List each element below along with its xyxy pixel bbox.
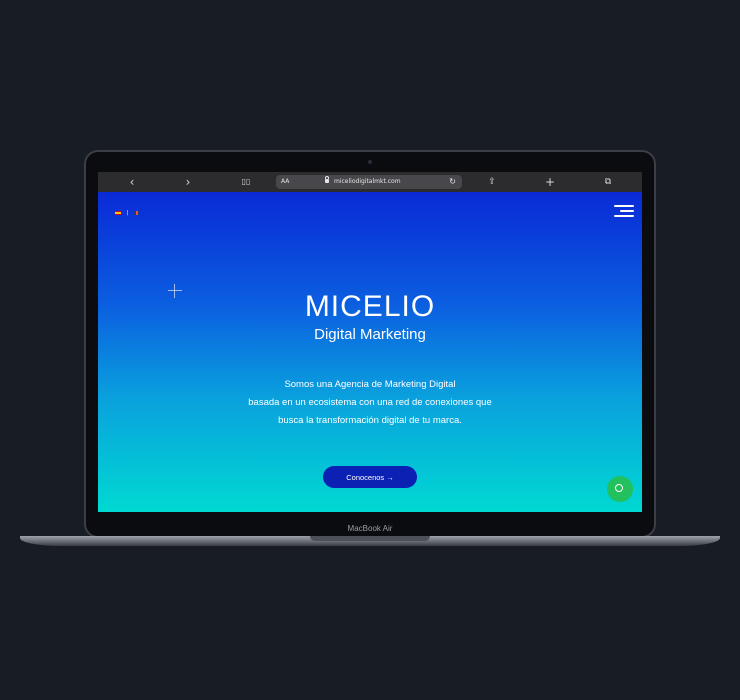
brand-title: MICELIO (304, 290, 436, 323)
camera (368, 160, 372, 164)
back-button[interactable]: ‹ (122, 172, 142, 192)
website-hero: | MICELIO Digital Marketing Somos una Ag… (98, 192, 642, 512)
whatsapp-icon (615, 484, 623, 492)
reload-icon[interactable]: ↻ (449, 175, 456, 189)
hamburger-menu-icon[interactable] (614, 204, 634, 218)
english-flag-icon[interactable] (133, 210, 140, 215)
url-text: miceliodigitalmkt.com (334, 178, 401, 185)
forward-button[interactable]: › (178, 172, 198, 192)
description-line: busca la transformación digital de tu ma… (278, 415, 462, 426)
spanish-flag-icon[interactable] (115, 210, 121, 215)
address-bar[interactable]: AA miceliodigitalmkt.com ↻ (276, 175, 462, 189)
laptop-notch (310, 536, 430, 541)
share-icon[interactable]: ⇪ (482, 172, 502, 192)
laptop-screen: ‹ › ▯▯ AA miceliodigitalmkt.com ↻ ⇪ + ⧉ … (98, 172, 642, 512)
new-tab-button[interactable]: + (540, 172, 560, 192)
tabs-icon[interactable]: ⧉ (598, 172, 618, 192)
text-size-button[interactable]: AA (281, 175, 289, 189)
language-separator: | (126, 210, 129, 216)
description-line: basada en un ecosistema con una red de c… (248, 397, 492, 408)
device-label: MacBook Air (347, 524, 393, 533)
hero-description: Somos una Agencia de Marketing Digital b… (98, 376, 642, 430)
browser-toolbar: ‹ › ▯▯ AA miceliodigitalmkt.com ↻ ⇪ + ⧉ (98, 172, 642, 192)
language-switcher: | (115, 210, 140, 216)
bookmarks-icon[interactable]: ▯▯ (236, 172, 256, 192)
brand-subtitle: Digital Marketing (314, 326, 426, 343)
description-line: Somos una Agencia de Marketing Digital (284, 379, 456, 390)
conocenos-button[interactable]: Conocenos → (323, 466, 417, 488)
whatsapp-button[interactable] (607, 476, 633, 502)
lock-icon (325, 176, 329, 183)
